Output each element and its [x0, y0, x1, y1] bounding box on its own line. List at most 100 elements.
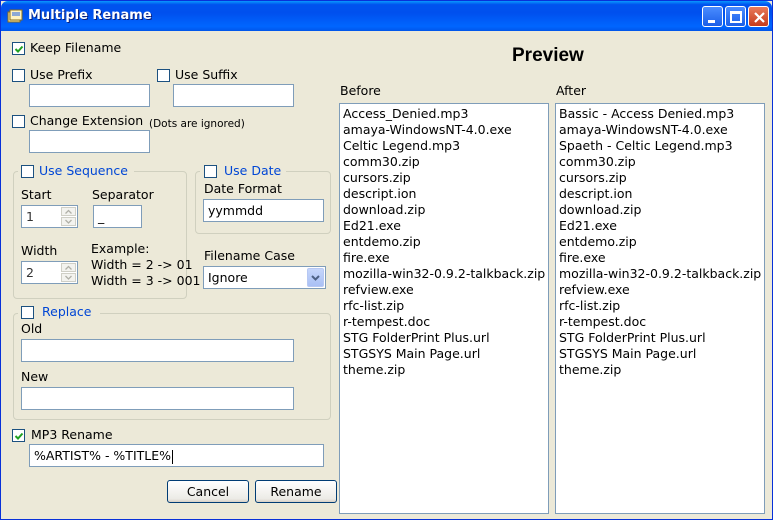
- use-sequence-checkbox[interactable]: [21, 165, 34, 178]
- new-label: New: [21, 369, 49, 384]
- after-list[interactable]: Bassic - Access Denied.mp3 amaya-WindowsN…: [555, 103, 765, 514]
- list-item[interactable]: entdemo.zip: [556, 234, 764, 250]
- change-extension-checkbox[interactable]: [12, 115, 25, 128]
- maximize-icon: [730, 11, 742, 23]
- minimize-icon: [708, 20, 715, 23]
- old-input[interactable]: [21, 339, 294, 362]
- spin-down-icon[interactable]: [61, 273, 76, 282]
- example-title: Example:: [91, 241, 150, 256]
- rename-app-icon: [7, 8, 23, 24]
- mp3-rename-checkbox[interactable]: [12, 429, 25, 442]
- separator-label: Separator: [92, 187, 154, 202]
- width-value: 2: [26, 265, 34, 280]
- start-label: Start: [21, 187, 52, 202]
- list-item[interactable]: descript.ion: [556, 186, 764, 202]
- use-suffix-label: Use Suffix: [175, 67, 238, 82]
- start-spin-buttons[interactable]: [61, 207, 76, 226]
- checkmark-icon: [14, 432, 24, 440]
- list-item[interactable]: r-tempest.doc: [340, 314, 548, 330]
- list-item[interactable]: STG FolderPrint Plus.url: [556, 330, 764, 346]
- chevron-down-icon: [311, 275, 320, 281]
- spin-up-icon[interactable]: [61, 263, 76, 272]
- keep-filename-label: Keep Filename: [30, 40, 122, 55]
- rename-button[interactable]: Rename: [255, 480, 337, 503]
- list-item[interactable]: r-tempest.doc: [556, 314, 764, 330]
- list-item[interactable]: STGSYS Main Page.url: [556, 346, 764, 362]
- list-item[interactable]: theme.zip: [556, 362, 764, 378]
- width-label: Width: [21, 243, 58, 258]
- preview-title: Preview: [512, 45, 584, 66]
- list-item[interactable]: rfc-list.zip: [340, 298, 548, 314]
- before-label: Before: [340, 83, 381, 98]
- list-item[interactable]: fire.exe: [556, 250, 764, 266]
- use-sequence-label: Use Sequence: [39, 163, 128, 178]
- list-item[interactable]: download.zip: [340, 202, 548, 218]
- date-format-input[interactable]: yymmdd: [203, 199, 324, 222]
- window-title: Multiple Rename: [28, 8, 152, 23]
- dropdown-button[interactable]: [307, 268, 324, 287]
- close-icon: [754, 12, 765, 23]
- filename-case-label: Filename Case: [204, 248, 295, 263]
- list-item[interactable]: Bassic - Access Denied.mp3: [556, 106, 764, 122]
- use-suffix-checkbox[interactable]: [157, 69, 170, 82]
- mp3-rename-label: MP3 Rename: [31, 427, 113, 442]
- checkmark-icon: [14, 45, 24, 53]
- list-item[interactable]: Ed21.exe: [556, 218, 764, 234]
- replace-checkbox[interactable]: [21, 306, 34, 319]
- extension-input[interactable]: [29, 130, 150, 153]
- list-item[interactable]: mozilla-win32-0.9.2-talkback.zip: [556, 266, 764, 282]
- list-item[interactable]: cursors.zip: [340, 170, 548, 186]
- spin-down-icon[interactable]: [61, 217, 76, 226]
- start-value: 1: [26, 209, 34, 224]
- list-item[interactable]: comm30.zip: [340, 154, 548, 170]
- list-item[interactable]: entdemo.zip: [340, 234, 548, 250]
- list-item[interactable]: amaya-WindowsNT-4.0.exe: [556, 122, 764, 138]
- title-bar[interactable]: Multiple Rename: [1, 1, 772, 31]
- mp3-pattern-value: %ARTIST% - %TITLE%: [34, 448, 172, 463]
- start-spinner[interactable]: 1: [21, 205, 78, 228]
- close-button[interactable]: [748, 6, 769, 27]
- list-item[interactable]: fire.exe: [340, 250, 548, 266]
- list-item[interactable]: cursors.zip: [556, 170, 764, 186]
- new-input[interactable]: [21, 387, 294, 410]
- list-item[interactable]: rfc-list.zip: [556, 298, 764, 314]
- old-label: Old: [21, 321, 43, 336]
- use-date-label: Use Date: [224, 163, 282, 178]
- list-item[interactable]: Access_Denied.mp3: [340, 106, 548, 122]
- filename-case-select[interactable]: Ignore: [203, 266, 326, 289]
- list-item[interactable]: mozilla-win32-0.9.2-talkback.zip: [340, 266, 548, 282]
- width-spin-buttons[interactable]: [61, 263, 76, 282]
- maximize-button[interactable]: [725, 6, 746, 27]
- list-item[interactable]: refview.exe: [556, 282, 764, 298]
- filename-case-value: Ignore: [208, 270, 248, 285]
- separator-input[interactable]: _: [93, 205, 142, 228]
- list-item[interactable]: download.zip: [556, 202, 764, 218]
- list-item[interactable]: Spaeth - Celtic Legend.mp3: [556, 138, 764, 154]
- list-item[interactable]: descript.ion: [340, 186, 548, 202]
- width-spinner[interactable]: 2: [21, 261, 78, 284]
- list-item[interactable]: theme.zip: [340, 362, 548, 378]
- list-item[interactable]: STG FolderPrint Plus.url: [340, 330, 548, 346]
- list-item[interactable]: amaya-WindowsNT-4.0.exe: [340, 122, 548, 138]
- keep-filename-checkbox[interactable]: [12, 42, 25, 55]
- replace-label: Replace: [42, 304, 92, 319]
- list-item[interactable]: Celtic Legend.mp3: [340, 138, 548, 154]
- change-extension-label: Change Extension: [30, 113, 144, 128]
- list-item[interactable]: Ed21.exe: [340, 218, 548, 234]
- before-list[interactable]: Access_Denied.mp3 amaya-WindowsNT-4.0.exe…: [339, 103, 549, 514]
- mp3-pattern-input[interactable]: %ARTIST% - %TITLE%: [29, 444, 324, 467]
- list-item[interactable]: refview.exe: [340, 282, 548, 298]
- date-format-label: Date Format: [204, 181, 282, 196]
- cancel-button[interactable]: Cancel: [167, 480, 249, 503]
- after-label: After: [556, 83, 587, 98]
- spin-up-icon[interactable]: [61, 207, 76, 216]
- prefix-input[interactable]: [29, 84, 150, 107]
- use-prefix-label: Use Prefix: [30, 67, 93, 82]
- list-item[interactable]: comm30.zip: [556, 154, 764, 170]
- suffix-input[interactable]: [173, 84, 294, 107]
- use-date-checkbox[interactable]: [204, 165, 217, 178]
- minimize-button[interactable]: [702, 6, 723, 27]
- use-prefix-checkbox[interactable]: [12, 69, 25, 82]
- list-item[interactable]: STGSYS Main Page.url: [340, 346, 548, 362]
- example-line-2: Width = 3 -> 001: [91, 273, 201, 288]
